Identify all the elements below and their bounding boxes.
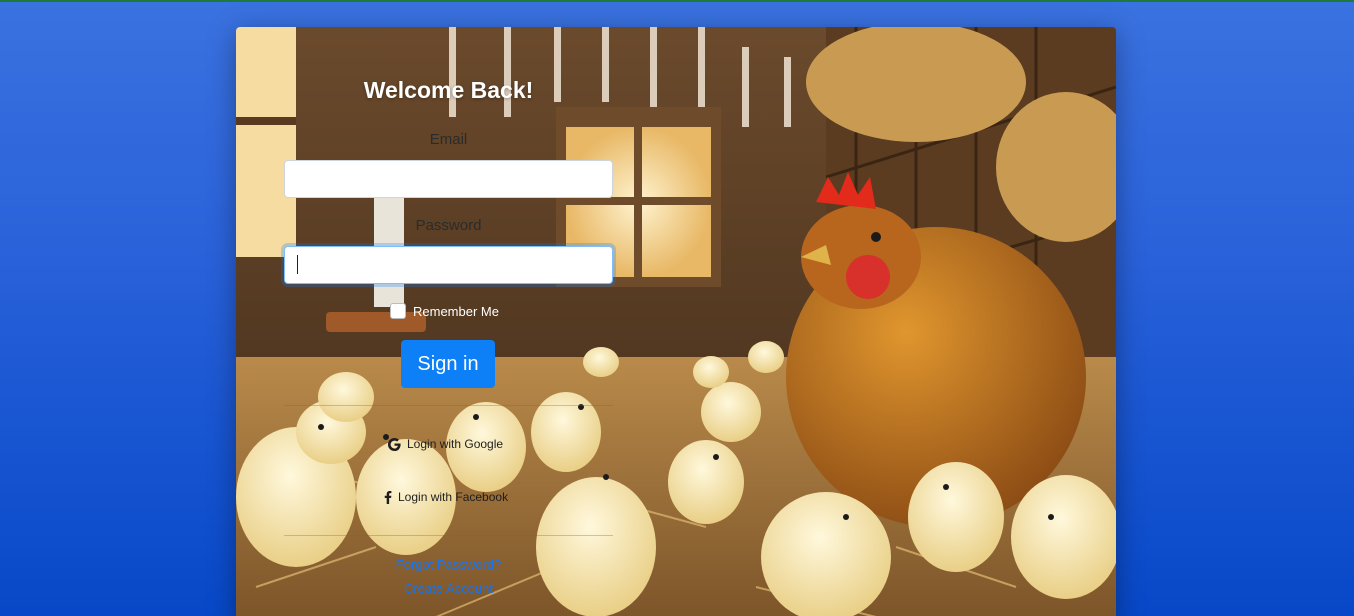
remember-me[interactable]: Remember Me	[390, 303, 499, 319]
divider-bottom	[284, 535, 613, 536]
google-icon	[388, 437, 401, 451]
password-field-wrapper	[284, 246, 613, 284]
create-account-link[interactable]: Create Account	[284, 581, 613, 596]
google-login-label: Login with Google	[407, 437, 504, 451]
login-form: Welcome Back! Email Password Remember Me…	[284, 27, 613, 616]
google-login-button[interactable]: Login with Google	[388, 437, 503, 451]
login-card: Welcome Back! Email Password Remember Me…	[236, 27, 1116, 616]
email-label: Email	[429, 131, 468, 148]
welcome-title: Welcome Back!	[363, 77, 534, 103]
email-input[interactable]	[284, 160, 613, 198]
facebook-icon	[384, 490, 392, 504]
password-label: Password	[415, 217, 482, 234]
facebook-login-button[interactable]: Login with Facebook	[384, 490, 508, 504]
remember-checkbox[interactable]	[390, 303, 406, 319]
forgot-password-link[interactable]: Forgot Password?	[284, 557, 613, 572]
password-input[interactable]	[284, 246, 613, 284]
text-caret	[297, 255, 298, 274]
divider-top	[284, 405, 613, 406]
remember-label: Remember Me	[413, 303, 499, 319]
facebook-login-label: Login with Facebook	[398, 490, 509, 504]
sign-in-button[interactable]: Sign in	[401, 340, 495, 388]
